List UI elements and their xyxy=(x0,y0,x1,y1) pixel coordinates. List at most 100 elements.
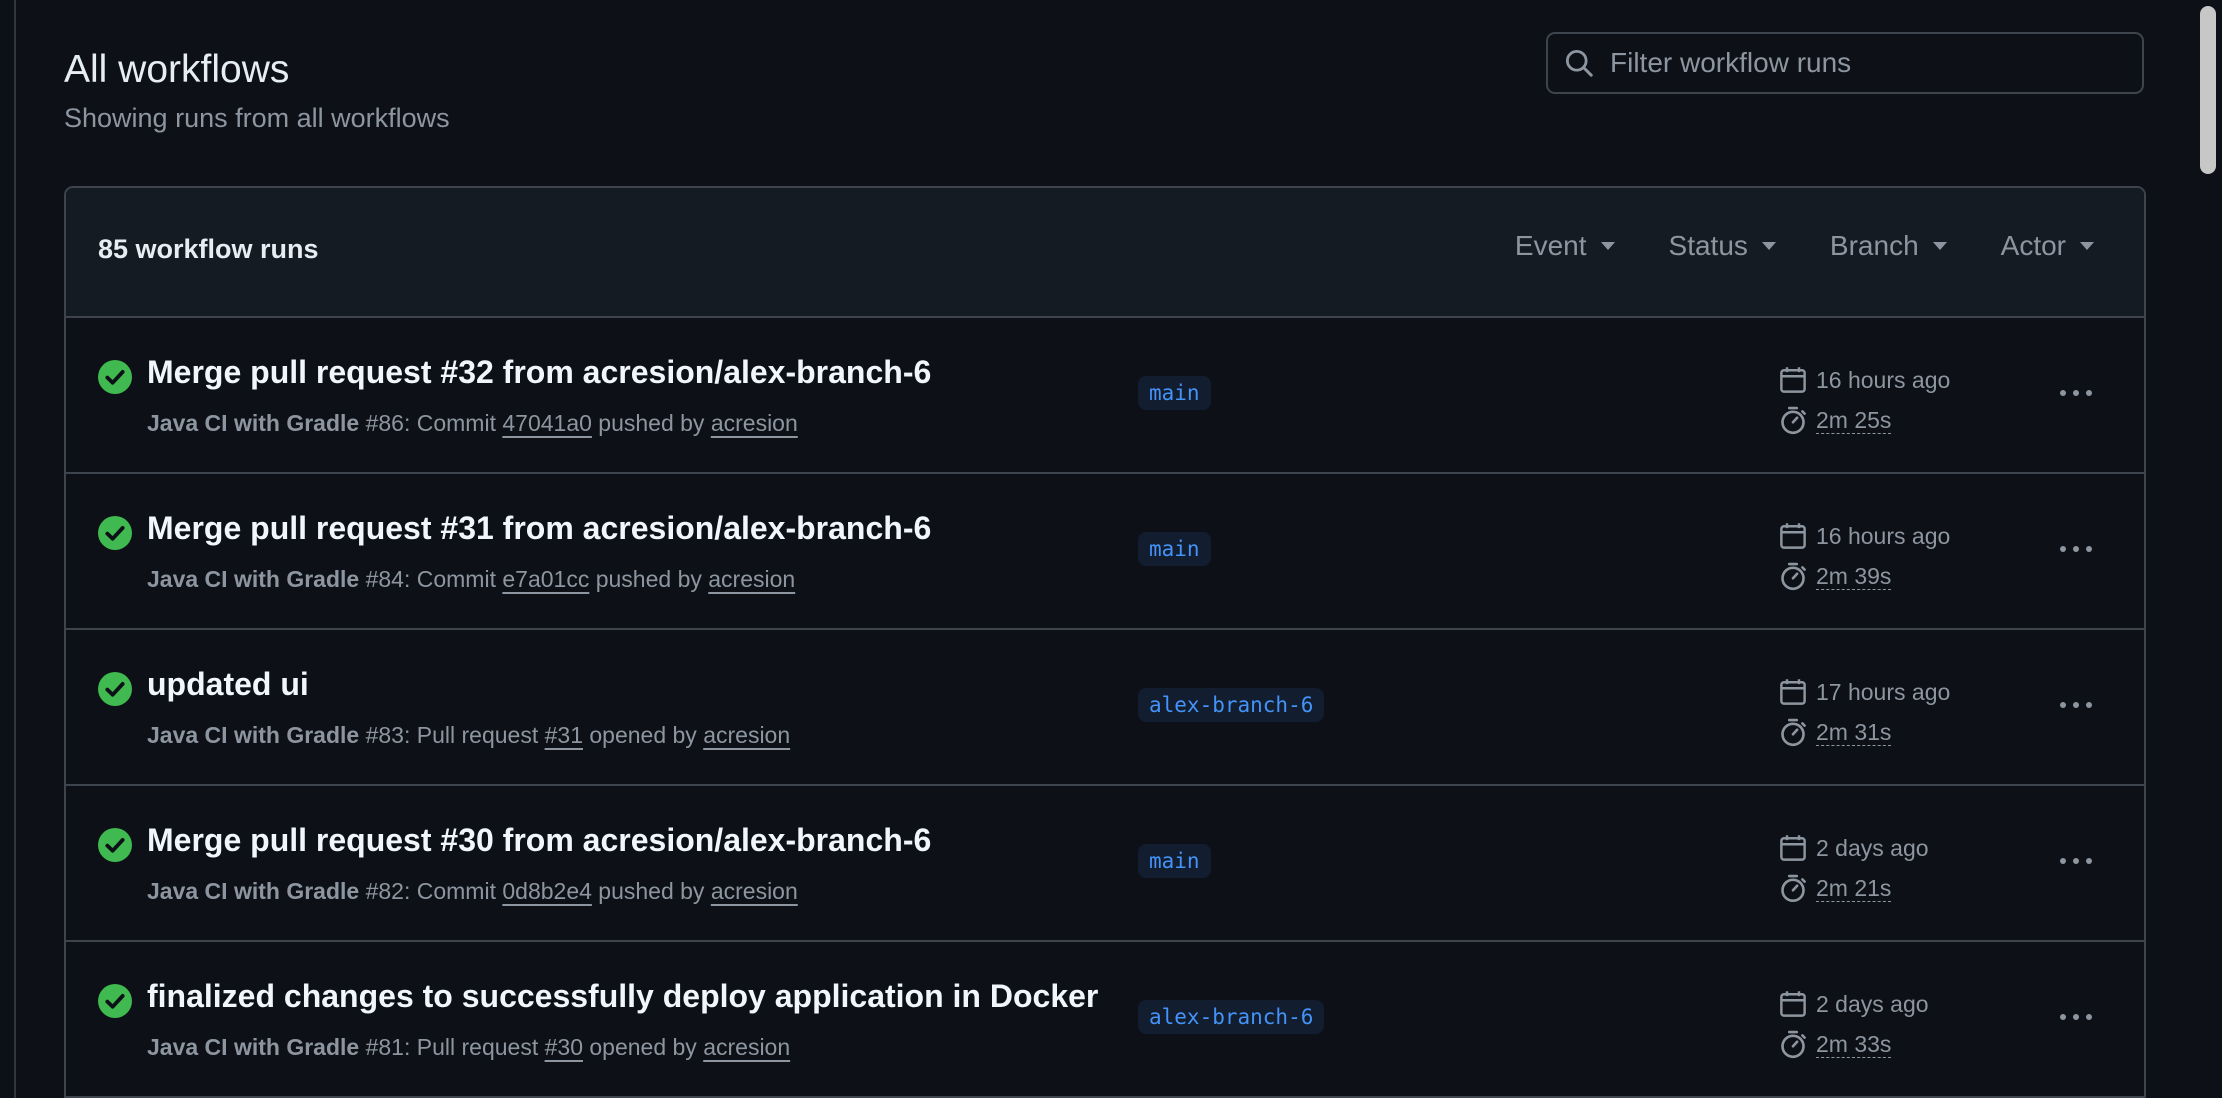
commit-link[interactable]: 47041a0 xyxy=(502,410,592,436)
run-number: #81 xyxy=(365,1034,404,1060)
actor-link[interactable]: acresion xyxy=(708,566,795,592)
sidebar-divider xyxy=(14,0,16,1098)
run-time-ago: 16 hours ago xyxy=(1816,522,1951,549)
kebab-horizontal-icon xyxy=(2060,858,2092,864)
run-title-link[interactable]: Merge pull request #31 from acresion/ale… xyxy=(147,510,931,547)
trigger-verb: opened by xyxy=(582,1034,704,1060)
run-meta: Java CI with Gradle #84: Commit e7a01cc … xyxy=(147,566,795,593)
runs-list-header: 85 workflow runs Event Status Branch Act… xyxy=(66,188,2144,318)
commit-link[interactable]: 0d8b2e4 xyxy=(502,878,592,904)
workflow-name: Java CI with Gradle xyxy=(147,878,360,904)
check-circle-icon xyxy=(98,360,132,394)
stopwatch-icon xyxy=(1781,874,1806,903)
actor-filter-dropdown[interactable]: Actor xyxy=(2001,230,2094,262)
calendar-icon xyxy=(1780,679,1806,705)
trigger-verb: opened by xyxy=(582,722,704,748)
actor-link[interactable]: acresion xyxy=(703,1034,790,1060)
commit-link[interactable]: e7a01cc xyxy=(502,566,589,592)
workflow-run-row[interactable]: finalized changes to successfully deploy… xyxy=(66,942,2144,1098)
run-actions-button[interactable] xyxy=(2056,534,2096,564)
run-time-ago: 16 hours ago xyxy=(1816,366,1951,393)
run-count: 85 workflow runs xyxy=(98,234,319,264)
run-meta: Java CI with Gradle #82: Commit 0d8b2e4 … xyxy=(147,878,798,905)
pull-request-link[interactable]: #31 xyxy=(545,722,583,748)
run-duration: 2m 25s xyxy=(1816,406,1892,434)
run-meta: Java CI with Gradle #81: Pull request #3… xyxy=(147,1034,790,1061)
kebab-horizontal-icon xyxy=(2060,702,2092,708)
workflow-run-row[interactable]: Merge pull request #31 from acresion/ale… xyxy=(66,474,2144,630)
branch-filter-dropdown[interactable]: Branch xyxy=(1830,230,1947,262)
search-icon xyxy=(1565,49,1593,77)
run-timing: 2 days ago 2m 21s xyxy=(1778,828,1929,908)
workflow-runs-list: 85 workflow runs Event Status Branch Act… xyxy=(64,186,2146,1098)
status-filter-label: Status xyxy=(1668,230,1748,261)
branch-label[interactable]: main xyxy=(1138,376,1211,410)
run-meta: Java CI with Gradle #83: Pull request #3… xyxy=(147,722,790,749)
check-circle-icon xyxy=(98,672,132,706)
check-circle-icon xyxy=(98,984,132,1018)
trigger-verb: pushed by xyxy=(589,566,709,592)
run-timing: 16 hours ago 2m 25s xyxy=(1778,360,1950,440)
actor-link[interactable]: acresion xyxy=(703,722,790,748)
branch-label[interactable]: main xyxy=(1138,532,1211,566)
trigger-prefix: : Commit xyxy=(403,878,503,904)
stopwatch-icon xyxy=(1781,406,1806,435)
workflow-name: Java CI with Gradle xyxy=(147,722,360,748)
run-number: #86 xyxy=(365,410,404,436)
calendar-icon xyxy=(1780,367,1806,393)
run-timing: 16 hours ago 2m 39s xyxy=(1778,516,1950,596)
event-filter-dropdown[interactable]: Event xyxy=(1515,230,1615,262)
status-filter-dropdown[interactable]: Status xyxy=(1669,230,1776,262)
run-actions-button[interactable] xyxy=(2056,690,2096,720)
run-title-link[interactable]: Merge pull request #30 from acresion/ale… xyxy=(147,822,931,859)
check-circle-icon xyxy=(98,828,132,862)
stopwatch-icon xyxy=(1781,718,1806,747)
run-title-link[interactable]: finalized changes to successfully deploy… xyxy=(147,978,1098,1015)
run-time-ago: 17 hours ago xyxy=(1816,678,1951,705)
run-number: #83 xyxy=(365,722,404,748)
calendar-icon xyxy=(1780,991,1806,1017)
page-title: All workflows xyxy=(64,48,290,91)
triangle-down-icon xyxy=(1761,242,1776,250)
workflow-run-row[interactable]: Merge pull request #32 from acresion/ale… xyxy=(66,318,2144,474)
check-circle-icon xyxy=(98,516,132,550)
workflow-name: Java CI with Gradle xyxy=(147,1034,360,1060)
scrollbar-thumb[interactable] xyxy=(2200,6,2216,174)
trigger-prefix: : Commit xyxy=(403,566,503,592)
branch-label[interactable]: alex-branch-6 xyxy=(1138,688,1325,722)
workflow-name: Java CI with Gradle xyxy=(147,566,360,592)
run-duration: 2m 33s xyxy=(1816,1030,1892,1058)
run-actions-button[interactable] xyxy=(2056,846,2096,876)
workflow-run-row[interactable]: updated ui Java CI with Gradle #83: Pull… xyxy=(66,630,2144,786)
pull-request-link[interactable]: #30 xyxy=(545,1034,583,1060)
workflow-name: Java CI with Gradle xyxy=(147,410,360,436)
kebab-horizontal-icon xyxy=(2060,1014,2092,1020)
page-subtitle: Showing runs from all workflows xyxy=(64,103,450,133)
trigger-prefix: : Pull request xyxy=(403,722,545,748)
run-actions-button[interactable] xyxy=(2056,378,2096,408)
branch-label[interactable]: alex-branch-6 xyxy=(1138,1000,1325,1034)
branch-label[interactable]: main xyxy=(1138,844,1211,878)
workflow-run-row[interactable]: Merge pull request #30 from acresion/ale… xyxy=(66,786,2144,942)
triangle-down-icon xyxy=(1932,242,1947,250)
triangle-down-icon xyxy=(1600,242,1615,250)
branch-filter-label: Branch xyxy=(1829,230,1919,261)
trigger-verb: pushed by xyxy=(591,410,711,436)
run-time-ago: 2 days ago xyxy=(1816,990,1929,1017)
triangle-down-icon xyxy=(2080,242,2094,250)
filter-runs-field[interactable] xyxy=(1546,32,2144,94)
actor-link[interactable]: acresion xyxy=(711,410,798,436)
actor-link[interactable]: acresion xyxy=(711,878,798,904)
stopwatch-icon xyxy=(1781,562,1806,591)
run-filters: Event Status Branch Actor xyxy=(1515,230,2094,262)
run-title-link[interactable]: updated ui xyxy=(147,666,309,703)
workflow-runs-page: All workflows Showing runs from all work… xyxy=(0,0,2222,1098)
actor-filter-label: Actor xyxy=(2000,230,2066,261)
filter-runs-input[interactable] xyxy=(1608,46,2142,80)
run-actions-button[interactable] xyxy=(2056,1002,2096,1032)
run-title-link[interactable]: Merge pull request #32 from acresion/ale… xyxy=(147,354,931,391)
run-duration: 2m 31s xyxy=(1816,718,1892,746)
run-meta: Java CI with Gradle #86: Commit 47041a0 … xyxy=(147,410,798,437)
trigger-prefix: : Commit xyxy=(403,410,503,436)
run-duration: 2m 21s xyxy=(1816,874,1892,902)
